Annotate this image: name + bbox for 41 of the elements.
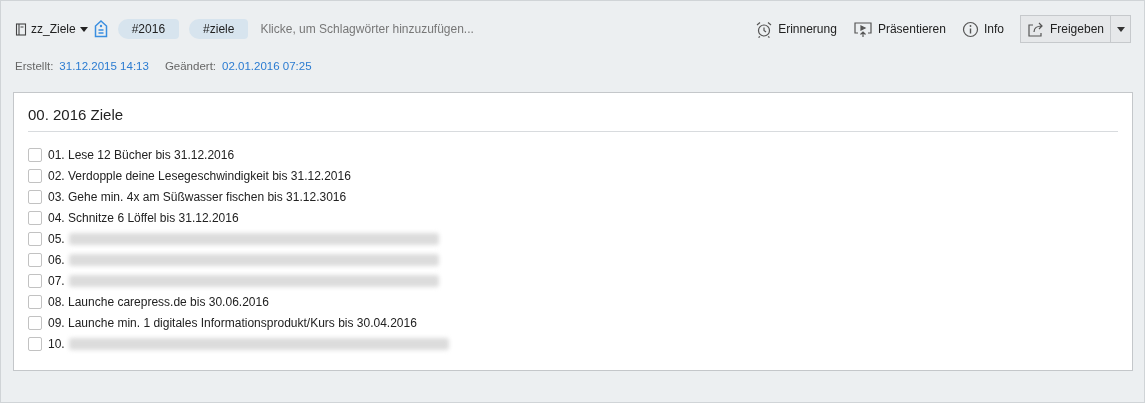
- checkbox[interactable]: [28, 294, 42, 309]
- checkbox[interactable]: [28, 231, 42, 246]
- checkbox[interactable]: [28, 168, 42, 183]
- todo-text: 05.: [48, 231, 65, 246]
- tag-chip[interactable]: #ziele: [189, 19, 249, 39]
- note-title: 00. 2016 Ziele: [28, 106, 1118, 132]
- toolbar-button[interactable]: Präsentieren: [852, 20, 946, 38]
- checkbox[interactable]: [28, 273, 42, 288]
- checkbox[interactable]: [28, 147, 42, 162]
- todo-text: 08. Launche carepress.de bis 30.06.2016: [48, 294, 269, 309]
- tag-input-field[interactable]: Klicke, um Schlagwörter hinzuzufügen...: [260, 22, 474, 36]
- todo-text: 02. Verdopple deine Lesegeschwindigkeit bis 31.12.2016: [48, 168, 351, 183]
- todo-text: 01. Lese 12 Bücher bis 31.12.2016: [48, 147, 235, 162]
- toolbar-button[interactable]: Info: [961, 20, 1004, 38]
- presentation-screen-icon: [852, 20, 873, 38]
- meta-value: 31.12.2015 14:13: [59, 60, 149, 72]
- checkbox[interactable]: [28, 252, 42, 267]
- notebook-selector[interactable]: zz_Ziele: [15, 22, 88, 36]
- meta-label: Erstellt:: [15, 60, 54, 72]
- checkbox[interactable]: [28, 189, 42, 204]
- todo-text: 06.: [48, 252, 65, 267]
- todo-text: 10.: [48, 336, 65, 351]
- checkbox[interactable]: [28, 210, 42, 225]
- alarm-clock-icon: [755, 20, 774, 38]
- todo-text: 04. Schnitze 6 Löffel bis 31.12.2016: [48, 210, 239, 225]
- share-icon: [1026, 20, 1045, 38]
- meta-value: 02.01.2016 07:25: [222, 60, 312, 72]
- info-icon: [961, 20, 979, 38]
- todo-text: 09. Launche min. 1 digitales Informationsprodukt/Kurs bis 30.04.2016: [48, 315, 417, 330]
- checkbox[interactable]: [28, 315, 42, 330]
- checkbox[interactable]: [28, 336, 42, 351]
- tag-icon[interactable]: [93, 20, 108, 38]
- tag-chip[interactable]: #2016: [117, 19, 180, 39]
- caret-icon: [79, 26, 88, 32]
- share-button[interactable]: Freigeben: [1020, 16, 1110, 42]
- notebook-icon: [15, 22, 27, 36]
- todo-text: 07.: [48, 273, 65, 288]
- meta-label: Geändert:: [164, 60, 217, 72]
- caret-icon: [1116, 26, 1125, 32]
- toolbar-button[interactable]: Erinnerung: [755, 20, 837, 38]
- todo-text: 03. Gehe min. 4x am Süßwasser fischen bis 31.12.3016: [48, 189, 347, 204]
